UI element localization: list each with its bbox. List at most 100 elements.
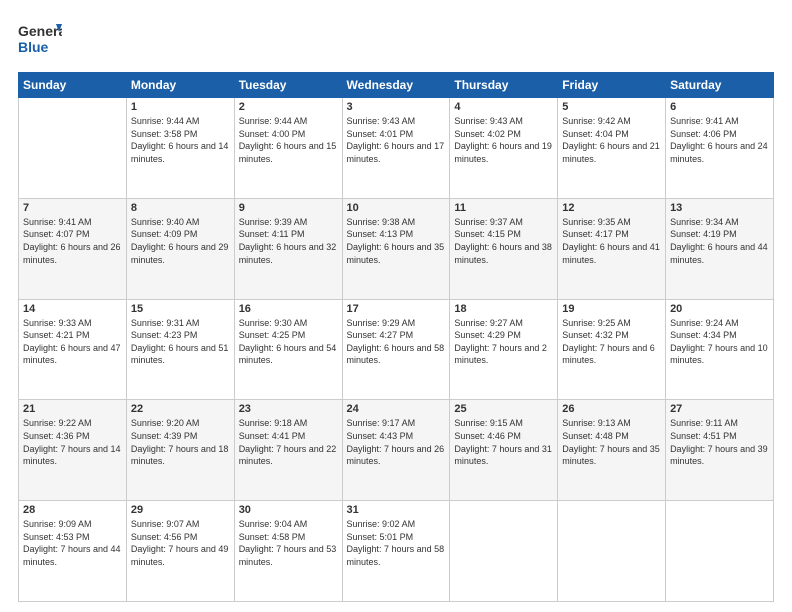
calendar-cell: 11 Sunrise: 9:37 AMSunset: 4:15 PMDaylig… [450,198,558,299]
cell-info: Sunrise: 9:44 AMSunset: 3:58 PMDaylight:… [131,116,229,164]
day-number: 23 [239,403,338,415]
calendar-cell: 13 Sunrise: 9:34 AMSunset: 4:19 PMDaylig… [666,198,774,299]
calendar-cell: 20 Sunrise: 9:24 AMSunset: 4:34 PMDaylig… [666,299,774,400]
cell-info: Sunrise: 9:20 AMSunset: 4:39 PMDaylight:… [131,418,229,466]
day-number: 16 [239,303,338,315]
day-number: 3 [347,101,446,113]
header: General Blue [18,18,774,62]
calendar-cell: 6 Sunrise: 9:41 AMSunset: 4:06 PMDayligh… [666,98,774,199]
calendar-table: SundayMondayTuesdayWednesdayThursdayFrid… [18,72,774,602]
calendar-day-header: Friday [558,73,666,98]
calendar-cell: 12 Sunrise: 9:35 AMSunset: 4:17 PMDaylig… [558,198,666,299]
calendar-week-row: 21 Sunrise: 9:22 AMSunset: 4:36 PMDaylig… [19,400,774,501]
calendar-cell: 4 Sunrise: 9:43 AMSunset: 4:02 PMDayligh… [450,98,558,199]
calendar-day-header: Thursday [450,73,558,98]
calendar-day-header: Wednesday [342,73,450,98]
cell-info: Sunrise: 9:09 AMSunset: 4:53 PMDaylight:… [23,519,121,567]
cell-info: Sunrise: 9:07 AMSunset: 4:56 PMDaylight:… [131,519,229,567]
calendar-cell [558,501,666,602]
cell-info: Sunrise: 9:31 AMSunset: 4:23 PMDaylight:… [131,318,229,366]
page: General Blue SundayMondayTuesdayWednesda… [0,0,792,612]
day-number: 26 [562,403,661,415]
day-number: 28 [23,504,122,516]
calendar-cell: 17 Sunrise: 9:29 AMSunset: 4:27 PMDaylig… [342,299,450,400]
cell-info: Sunrise: 9:34 AMSunset: 4:19 PMDaylight:… [670,217,768,265]
calendar-cell: 24 Sunrise: 9:17 AMSunset: 4:43 PMDaylig… [342,400,450,501]
cell-info: Sunrise: 9:25 AMSunset: 4:32 PMDaylight:… [562,318,655,366]
calendar-cell [450,501,558,602]
day-number: 17 [347,303,446,315]
day-number: 29 [131,504,230,516]
cell-info: Sunrise: 9:04 AMSunset: 4:58 PMDaylight:… [239,519,337,567]
calendar-cell: 5 Sunrise: 9:42 AMSunset: 4:04 PMDayligh… [558,98,666,199]
day-number: 10 [347,202,446,214]
day-number: 4 [454,101,553,113]
calendar-week-row: 7 Sunrise: 9:41 AMSunset: 4:07 PMDayligh… [19,198,774,299]
calendar-day-header: Sunday [19,73,127,98]
calendar-cell: 19 Sunrise: 9:25 AMSunset: 4:32 PMDaylig… [558,299,666,400]
day-number: 6 [670,101,769,113]
calendar-day-header: Monday [126,73,234,98]
calendar-cell: 7 Sunrise: 9:41 AMSunset: 4:07 PMDayligh… [19,198,127,299]
cell-info: Sunrise: 9:30 AMSunset: 4:25 PMDaylight:… [239,318,337,366]
day-number: 31 [347,504,446,516]
day-number: 20 [670,303,769,315]
day-number: 11 [454,202,553,214]
calendar-day-header: Saturday [666,73,774,98]
day-number: 13 [670,202,769,214]
calendar-cell: 27 Sunrise: 9:11 AMSunset: 4:51 PMDaylig… [666,400,774,501]
svg-text:General: General [18,23,62,39]
calendar-cell: 16 Sunrise: 9:30 AMSunset: 4:25 PMDaylig… [234,299,342,400]
calendar-cell: 9 Sunrise: 9:39 AMSunset: 4:11 PMDayligh… [234,198,342,299]
calendar-cell: 26 Sunrise: 9:13 AMSunset: 4:48 PMDaylig… [558,400,666,501]
cell-info: Sunrise: 9:18 AMSunset: 4:41 PMDaylight:… [239,418,337,466]
calendar-cell: 31 Sunrise: 9:02 AMSunset: 5:01 PMDaylig… [342,501,450,602]
calendar-header-row: SundayMondayTuesdayWednesdayThursdayFrid… [19,73,774,98]
logo: General Blue [18,18,62,62]
cell-info: Sunrise: 9:42 AMSunset: 4:04 PMDaylight:… [562,116,660,164]
calendar-cell: 25 Sunrise: 9:15 AMSunset: 4:46 PMDaylig… [450,400,558,501]
day-number: 9 [239,202,338,214]
calendar-cell: 23 Sunrise: 9:18 AMSunset: 4:41 PMDaylig… [234,400,342,501]
day-number: 30 [239,504,338,516]
day-number: 21 [23,403,122,415]
calendar-cell: 21 Sunrise: 9:22 AMSunset: 4:36 PMDaylig… [19,400,127,501]
day-number: 19 [562,303,661,315]
cell-info: Sunrise: 9:39 AMSunset: 4:11 PMDaylight:… [239,217,337,265]
cell-info: Sunrise: 9:22 AMSunset: 4:36 PMDaylight:… [23,418,121,466]
cell-info: Sunrise: 9:29 AMSunset: 4:27 PMDaylight:… [347,318,445,366]
calendar-cell: 28 Sunrise: 9:09 AMSunset: 4:53 PMDaylig… [19,501,127,602]
calendar-cell: 30 Sunrise: 9:04 AMSunset: 4:58 PMDaylig… [234,501,342,602]
calendar-cell [19,98,127,199]
day-number: 24 [347,403,446,415]
cell-info: Sunrise: 9:40 AMSunset: 4:09 PMDaylight:… [131,217,229,265]
cell-info: Sunrise: 9:44 AMSunset: 4:00 PMDaylight:… [239,116,337,164]
day-number: 5 [562,101,661,113]
cell-info: Sunrise: 9:41 AMSunset: 4:07 PMDaylight:… [23,217,121,265]
cell-info: Sunrise: 9:43 AMSunset: 4:01 PMDaylight:… [347,116,445,164]
cell-info: Sunrise: 9:13 AMSunset: 4:48 PMDaylight:… [562,418,660,466]
calendar-day-header: Tuesday [234,73,342,98]
day-number: 1 [131,101,230,113]
calendar-cell: 18 Sunrise: 9:27 AMSunset: 4:29 PMDaylig… [450,299,558,400]
day-number: 18 [454,303,553,315]
calendar-cell: 22 Sunrise: 9:20 AMSunset: 4:39 PMDaylig… [126,400,234,501]
calendar-cell [666,501,774,602]
cell-info: Sunrise: 9:41 AMSunset: 4:06 PMDaylight:… [670,116,768,164]
svg-text:Blue: Blue [18,39,49,55]
calendar-cell: 15 Sunrise: 9:31 AMSunset: 4:23 PMDaylig… [126,299,234,400]
calendar-cell: 1 Sunrise: 9:44 AMSunset: 3:58 PMDayligh… [126,98,234,199]
calendar-cell: 29 Sunrise: 9:07 AMSunset: 4:56 PMDaylig… [126,501,234,602]
calendar-cell: 3 Sunrise: 9:43 AMSunset: 4:01 PMDayligh… [342,98,450,199]
calendar-week-row: 28 Sunrise: 9:09 AMSunset: 4:53 PMDaylig… [19,501,774,602]
cell-info: Sunrise: 9:02 AMSunset: 5:01 PMDaylight:… [347,519,445,567]
calendar-cell: 8 Sunrise: 9:40 AMSunset: 4:09 PMDayligh… [126,198,234,299]
cell-info: Sunrise: 9:35 AMSunset: 4:17 PMDaylight:… [562,217,660,265]
day-number: 2 [239,101,338,113]
cell-info: Sunrise: 9:37 AMSunset: 4:15 PMDaylight:… [454,217,552,265]
cell-info: Sunrise: 9:33 AMSunset: 4:21 PMDaylight:… [23,318,121,366]
calendar-cell: 14 Sunrise: 9:33 AMSunset: 4:21 PMDaylig… [19,299,127,400]
cell-info: Sunrise: 9:17 AMSunset: 4:43 PMDaylight:… [347,418,445,466]
logo-svg: General Blue [18,18,62,62]
calendar-cell: 10 Sunrise: 9:38 AMSunset: 4:13 PMDaylig… [342,198,450,299]
